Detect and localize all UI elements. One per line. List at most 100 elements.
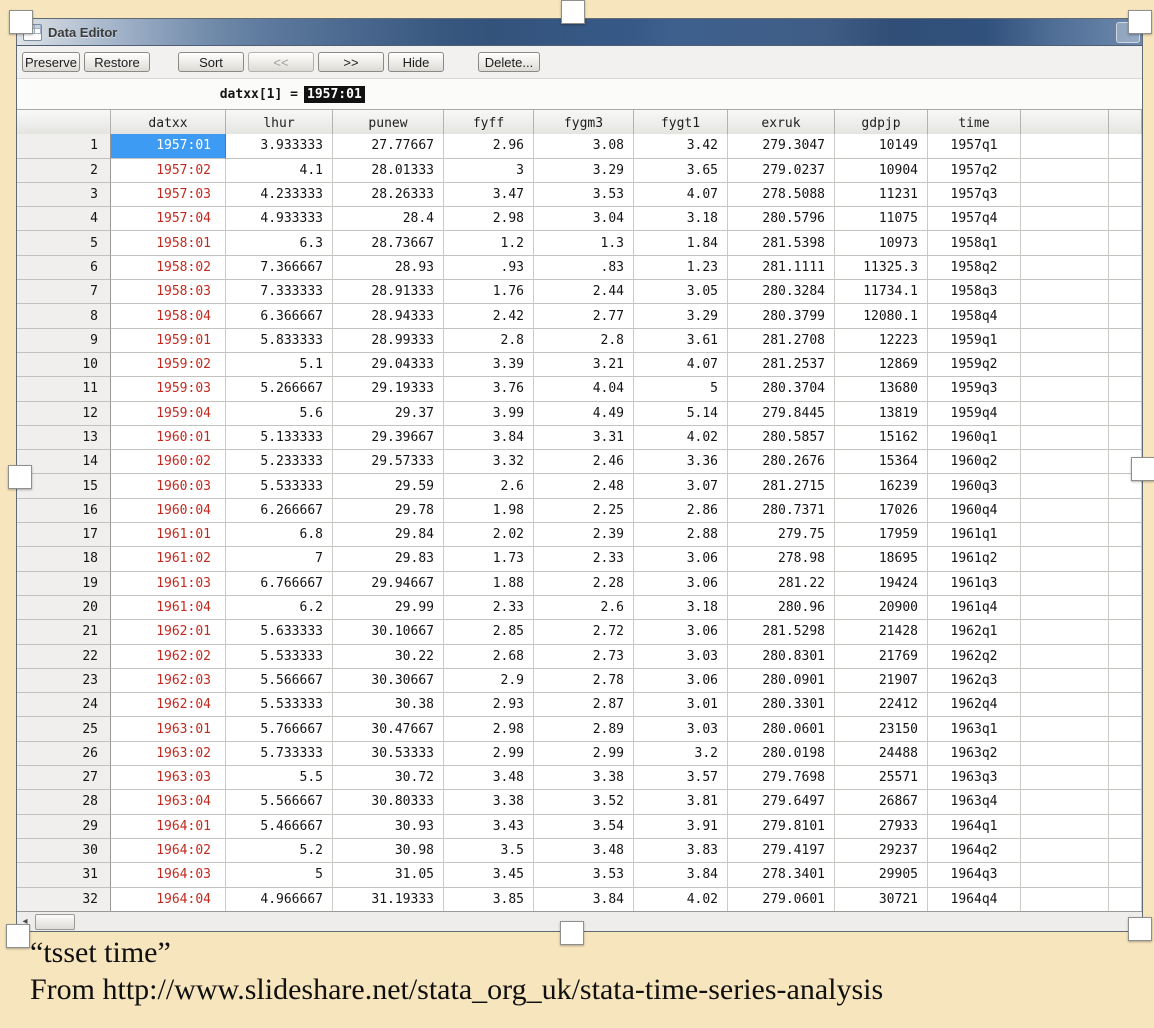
cell-fygt1[interactable]: 3.06 <box>634 620 728 644</box>
cell-datxx[interactable]: 1958:03 <box>111 280 226 304</box>
cell-fygm3[interactable]: 4.49 <box>534 402 634 426</box>
cell-gdpjp[interactable]: 11734.1 <box>835 280 928 304</box>
cell-lhur[interactable]: 5 <box>226 863 333 887</box>
cell-punew[interactable]: 28.73667 <box>333 231 444 255</box>
cell-lhur[interactable]: 5.233333 <box>226 450 333 474</box>
cell-datxx[interactable]: 1958:02 <box>111 256 226 280</box>
cell-exruk[interactable]: 280.3301 <box>728 693 835 717</box>
cell-time[interactable]: 1963q3 <box>928 766 1021 790</box>
column-header-gdpjp[interactable]: gdpjp <box>835 110 928 137</box>
cell-fygm3[interactable]: 2.99 <box>534 742 634 766</box>
cell-fygt1[interactable]: 3.18 <box>634 207 728 231</box>
cell-punew[interactable]: 29.99 <box>333 596 444 620</box>
cell-exruk[interactable]: 280.3704 <box>728 377 835 401</box>
cell-lhur[interactable]: 4.233333 <box>226 183 333 207</box>
cell-fyff[interactable]: 2.96 <box>444 134 534 158</box>
row-number[interactable]: 17 <box>17 523 111 547</box>
cell-time[interactable]: 1958q1 <box>928 231 1021 255</box>
cell-time[interactable]: 1964q3 <box>928 863 1021 887</box>
cell-empty[interactable] <box>1021 207 1109 231</box>
cell-time[interactable]: 1958q3 <box>928 280 1021 304</box>
cell-lhur[interactable]: 6.266667 <box>226 499 333 523</box>
row-number[interactable]: 25 <box>17 717 111 741</box>
cell-empty[interactable] <box>1109 645 1142 669</box>
cell-empty[interactable] <box>1021 304 1109 328</box>
cell-fygm3[interactable]: 2.87 <box>534 693 634 717</box>
cell-datxx[interactable]: 1961:02 <box>111 547 226 571</box>
next-variable-button[interactable]: >> <box>318 52 384 72</box>
cell-gdpjp[interactable]: 16239 <box>835 474 928 498</box>
cell-fyff[interactable]: 3.84 <box>444 426 534 450</box>
cell-lhur[interactable]: 3.933333 <box>226 134 333 158</box>
cell-time[interactable]: 1962q4 <box>928 693 1021 717</box>
row-number[interactable]: 11 <box>17 377 111 401</box>
cell-fygt1[interactable]: 4.07 <box>634 183 728 207</box>
cell-fygm3[interactable]: 3.38 <box>534 766 634 790</box>
cell-exruk[interactable]: 279.8101 <box>728 815 835 839</box>
cell-empty[interactable] <box>1021 693 1109 717</box>
cell-empty[interactable] <box>1109 329 1142 353</box>
cell-gdpjp[interactable]: 21428 <box>835 620 928 644</box>
cell-empty[interactable] <box>1109 547 1142 571</box>
cell-empty[interactable] <box>1109 159 1142 183</box>
cell-fygm3[interactable]: 3.31 <box>534 426 634 450</box>
cell-lhur[interactable]: 5.1 <box>226 353 333 377</box>
cell-empty[interactable] <box>1021 450 1109 474</box>
cell-time[interactable]: 1960q2 <box>928 450 1021 474</box>
cell-exruk[interactable]: 281.2708 <box>728 329 835 353</box>
cell-punew[interactable]: 29.59 <box>333 474 444 498</box>
cell-gdpjp[interactable]: 10904 <box>835 159 928 183</box>
cell-gdpjp[interactable]: 12080.1 <box>835 304 928 328</box>
cell-exruk[interactable]: 280.0601 <box>728 717 835 741</box>
cell-exruk[interactable]: 280.8301 <box>728 645 835 669</box>
cell-fyff[interactable]: 3.5 <box>444 839 534 863</box>
cell-time[interactable]: 1959q3 <box>928 377 1021 401</box>
row-number[interactable]: 19 <box>17 572 111 596</box>
cell-fygm3[interactable]: 2.78 <box>534 669 634 693</box>
column-header-fygm3[interactable]: fygm3 <box>534 110 634 137</box>
cell-lhur[interactable]: 7 <box>226 547 333 571</box>
formula-value-input[interactable]: 1957:01 <box>304 86 365 103</box>
cell-fyff[interactable]: 2.98 <box>444 717 534 741</box>
cell-lhur[interactable]: 5.633333 <box>226 620 333 644</box>
cell-lhur[interactable]: 5.533333 <box>226 693 333 717</box>
cell-fygm3[interactable]: 3.29 <box>534 159 634 183</box>
cell-time[interactable]: 1962q3 <box>928 669 1021 693</box>
cell-time[interactable]: 1959q1 <box>928 329 1021 353</box>
row-number[interactable]: 10 <box>17 353 111 377</box>
cell-gdpjp[interactable]: 20900 <box>835 596 928 620</box>
sort-button[interactable]: Sort <box>178 52 244 72</box>
cell-punew[interactable]: 28.4 <box>333 207 444 231</box>
cell-time[interactable]: 1961q1 <box>928 523 1021 547</box>
cell-empty[interactable] <box>1021 256 1109 280</box>
cell-empty[interactable] <box>1021 159 1109 183</box>
cell-datxx[interactable]: 1961:04 <box>111 596 226 620</box>
cell-gdpjp[interactable]: 25571 <box>835 766 928 790</box>
cell-lhur[interactable]: 7.366667 <box>226 256 333 280</box>
cell-punew[interactable]: 29.04333 <box>333 353 444 377</box>
cell-fygt1[interactable]: 3.2 <box>634 742 728 766</box>
cell-empty[interactable] <box>1021 402 1109 426</box>
row-number[interactable]: 29 <box>17 815 111 839</box>
cell-fygm3[interactable]: 2.73 <box>534 645 634 669</box>
cell-empty[interactable] <box>1021 231 1109 255</box>
cell-fygt1[interactable]: 3.06 <box>634 572 728 596</box>
cell-gdpjp[interactable]: 29905 <box>835 863 928 887</box>
cell-empty[interactable] <box>1109 207 1142 231</box>
cell-fyff[interactable]: 2.93 <box>444 693 534 717</box>
cell-time[interactable]: 1960q4 <box>928 499 1021 523</box>
cell-datxx[interactable]: 1960:04 <box>111 499 226 523</box>
cell-fygt1[interactable]: 3.42 <box>634 134 728 158</box>
cell-fyff[interactable]: 1.2 <box>444 231 534 255</box>
cell-punew[interactable]: 30.38 <box>333 693 444 717</box>
cell-fyff[interactable]: 2.9 <box>444 669 534 693</box>
cell-exruk[interactable]: 279.0601 <box>728 888 835 912</box>
cell-datxx[interactable]: 1957:03 <box>111 183 226 207</box>
cell-empty[interactable] <box>1021 596 1109 620</box>
cell-exruk[interactable]: 278.5088 <box>728 183 835 207</box>
cell-fyff[interactable]: 2.85 <box>444 620 534 644</box>
cell-fygm3[interactable]: 3.84 <box>534 888 634 912</box>
hide-button[interactable]: Hide <box>388 52 444 72</box>
row-number[interactable]: 20 <box>17 596 111 620</box>
cell-lhur[interactable]: 6.8 <box>226 523 333 547</box>
